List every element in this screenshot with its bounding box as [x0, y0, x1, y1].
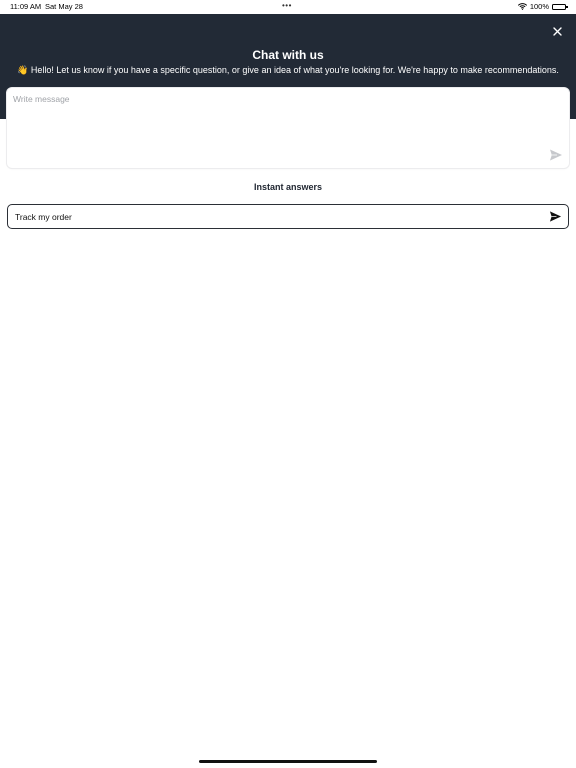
status-indicators: 100%	[517, 2, 568, 11]
message-input[interactable]	[13, 94, 533, 154]
header-subtitle: 👋 Hello! Let us know if you have a speci…	[17, 65, 559, 75]
message-composer	[7, 88, 569, 168]
home-indicator[interactable]	[199, 760, 377, 763]
instant-answer-label: Track my order	[15, 212, 72, 222]
page-title: Chat with us	[252, 48, 324, 62]
instant-answer-track-order[interactable]: Track my order	[7, 204, 569, 229]
message-send-button[interactable]	[549, 148, 563, 162]
battery-icon	[552, 3, 568, 10]
status-date: Sat May 28	[45, 2, 83, 11]
status-bar: 11:09 AM Sat May 28 ••• 100%	[0, 0, 576, 14]
close-icon	[552, 26, 562, 36]
chat-page: 11:09 AM Sat May 28 ••• 100% Chat with u…	[0, 0, 576, 768]
send-icon	[550, 149, 562, 161]
multitasking-dots-icon[interactable]: •••	[282, 1, 292, 10]
close-button[interactable]	[550, 24, 564, 38]
battery-percent: 100%	[529, 2, 549, 11]
send-icon	[549, 210, 562, 223]
status-time: 11:09 AM	[10, 2, 42, 11]
wifi-icon	[517, 3, 527, 10]
instant-answers-title: Instant answers	[253, 182, 323, 192]
